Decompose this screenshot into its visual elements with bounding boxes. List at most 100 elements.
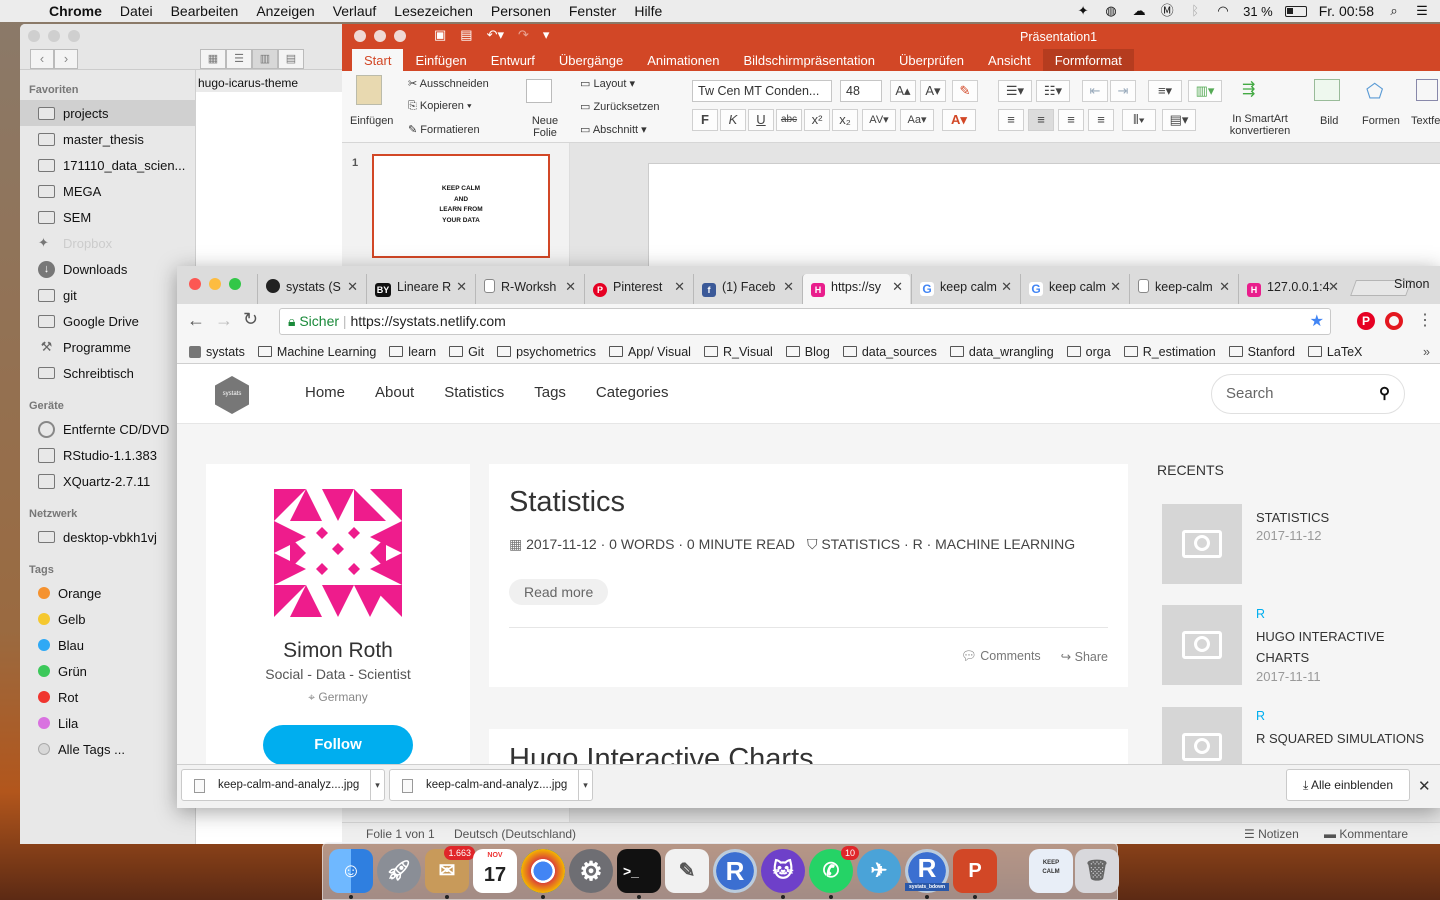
search-icon[interactable]: ⚲ — [1379, 375, 1390, 413]
sidebar-item-data-science[interactable]: 171110_data_scien... — [20, 152, 195, 178]
bookmarks-overflow-icon[interactable]: » — [1423, 345, 1430, 359]
system-preferences-icon[interactable]: ⚙ — [569, 849, 613, 893]
menu-app-name[interactable]: Chrome — [40, 3, 111, 19]
superscript-button[interactable]: x² — [804, 109, 830, 131]
tab-ueberpruefen[interactable]: Überprüfen — [887, 49, 976, 71]
reset-button[interactable]: ▭ Zurücksetzen — [580, 100, 659, 113]
sidebar-item-programme[interactable]: ⚒ Programme — [20, 334, 195, 360]
chrome-icon[interactable] — [521, 849, 565, 899]
ppt-close-button[interactable] — [354, 30, 366, 42]
change-case-button[interactable]: Aa▾ — [900, 109, 934, 131]
bookmark-folder[interactable]: Stanford — [1228, 345, 1295, 359]
underline-button[interactable]: U — [748, 109, 774, 131]
forward-icon[interactable]: → — [215, 310, 233, 331]
justify-button[interactable]: ≡ — [1088, 109, 1114, 131]
spotlight-search-icon[interactable]: ⌕ — [1386, 4, 1402, 18]
ppt-minimize-button[interactable] — [374, 30, 386, 42]
tab-close-icon[interactable]: ✕ — [456, 274, 467, 300]
menu-datei[interactable]: Datei — [111, 3, 162, 19]
menu-lesezeichen[interactable]: Lesezeichen — [385, 3, 482, 19]
bookmark-star-icon[interactable]: ★ — [1310, 309, 1324, 334]
chrome-menu-icon[interactable]: ⋮ — [1417, 310, 1433, 330]
bookmark-folder[interactable]: Blog — [785, 345, 830, 359]
tab-close-icon[interactable]: ✕ — [783, 274, 794, 300]
powerpoint-icon[interactable]: P — [953, 849, 997, 899]
launchpad-icon[interactable]: 🚀︎ — [377, 849, 421, 893]
battery-percent[interactable]: 31 % — [1243, 4, 1273, 19]
terminal-icon[interactable]: >_ — [617, 849, 661, 899]
menu-anzeigen[interactable]: Anzeigen — [247, 3, 323, 19]
align-center-button[interactable]: ≡ — [1028, 109, 1054, 131]
tag-rot[interactable]: Rot — [20, 684, 195, 710]
bookmark-folder[interactable]: data_sources — [842, 345, 937, 359]
paste-button[interactable]: Einfügen — [350, 115, 393, 127]
tag-gelb[interactable]: Gelb — [20, 606, 195, 632]
nav-tags[interactable]: Tags — [534, 384, 566, 401]
recent-post[interactable]: STATISTICS 2017-11-12 — [1162, 504, 1437, 584]
finder-column-item[interactable]: hugo-icarus-theme — [196, 70, 360, 92]
recent-title[interactable]: HUGO INTERACTIVE CHARTS — [1256, 626, 1426, 668]
sidebar-item-dropbox[interactable]: ✦ Dropbox — [20, 230, 195, 256]
github-desktop-icon[interactable]: 🐱︎ — [761, 849, 805, 899]
browser-tab[interactable]: BY Lineare R ✕ — [366, 274, 474, 304]
rstudio-systats-icon[interactable]: Rsystats_bdown — [905, 849, 949, 899]
follow-button[interactable]: Follow — [263, 725, 413, 764]
menu-fenster[interactable]: Fenster — [560, 3, 625, 19]
browser-tab[interactable]: f (1) Faceb ✕ — [693, 274, 801, 304]
back-icon[interactable]: ← — [187, 310, 205, 331]
tab-start[interactable]: Start — [352, 49, 404, 71]
whatsapp-icon[interactable]: ✆ 10 — [809, 846, 859, 899]
dropbox-icon[interactable]: ✦ — [1075, 4, 1091, 18]
tab-entwurf[interactable]: Entwurf — [479, 49, 547, 71]
align-right-button[interactable]: ≡ — [1058, 109, 1084, 131]
finder-minimize-button[interactable] — [48, 30, 60, 42]
text-direction-button[interactable]: ⫴▾ — [1122, 109, 1156, 131]
italic-button[interactable]: K — [720, 109, 746, 131]
nav-categories[interactable]: Categories — [596, 384, 669, 401]
save-icon[interactable]: ▤ — [460, 27, 472, 43]
share-link[interactable]: ↪ Share — [1061, 649, 1108, 664]
numbering-button[interactable]: ☷▾ — [1036, 80, 1070, 102]
bookmark-folder[interactable]: data_wrangling — [949, 345, 1054, 359]
sidebar-item-network-pc[interactable]: desktop-vbkh1vj — [20, 524, 195, 550]
sidebar-item-mega[interactable]: MEGA — [20, 178, 195, 204]
bookmark-folder[interactable]: R_Visual — [703, 345, 773, 359]
language-status[interactable]: Deutsch (Deutschland) — [454, 827, 576, 841]
ppt-zoom-button[interactable] — [394, 30, 406, 42]
site-search-input[interactable]: Search ⚲ — [1211, 374, 1405, 414]
line-spacing-button[interactable]: ≡▾ — [1148, 80, 1182, 102]
nav-home[interactable]: Home — [305, 384, 345, 401]
picture-icon[interactable] — [1314, 79, 1340, 101]
paste-icon[interactable] — [356, 75, 382, 105]
menu-bearbeiten[interactable]: Bearbeiten — [162, 3, 248, 19]
customize-qat-icon[interactable]: ▾ — [543, 27, 550, 43]
menu-verlauf[interactable]: Verlauf — [324, 3, 386, 19]
browser-tab[interactable]: R-Worksh ✕ — [475, 274, 583, 304]
tab-formformat[interactable]: Formformat — [1042, 49, 1134, 71]
menu-clock[interactable]: Fr. 00:58 — [1319, 3, 1374, 19]
browser-tab-active[interactable]: Hhttps://sy ✕ — [802, 274, 910, 304]
browser-tab[interactable]: Gkeep calm ✕ — [911, 274, 1019, 304]
menu-personen[interactable]: Personen — [482, 3, 560, 19]
wifi-icon[interactable]: ◠ — [1215, 4, 1231, 18]
tab-close-icon[interactable]: ✕ — [1001, 274, 1012, 300]
view-icons-button[interactable]: ▦ — [200, 49, 226, 69]
bullets-button[interactable]: ☰▾ — [998, 80, 1032, 102]
tab-close-icon[interactable]: ✕ — [347, 274, 358, 300]
sidebar-item-cd-dvd[interactable]: Entfernte CD/DVD — [20, 416, 195, 442]
browser-tab[interactable]: keep-calm ✕ — [1129, 274, 1237, 304]
notes-button[interactable]: ☰ Notizen — [1244, 827, 1299, 841]
tab-animationen[interactable]: Animationen — [635, 49, 731, 71]
mail-icon[interactable]: ✉ 1.663 — [425, 846, 475, 899]
finder-close-button[interactable] — [28, 30, 40, 42]
cut-button[interactable]: ✂ Ausschneiden — [408, 77, 489, 90]
post-tags[interactable]: STATISTICS · R · MACHINE LEARNING — [821, 536, 1075, 552]
comments-link[interactable]: 💬︎ Comments — [961, 649, 1041, 664]
sidebar-item-sem[interactable]: SEM — [20, 204, 195, 230]
opera-extension-icon[interactable] — [1385, 312, 1403, 330]
bookmark-folder[interactable]: Machine Learning — [257, 345, 376, 359]
download-menu-caret[interactable]: ▾ — [578, 770, 592, 800]
finder-zoom-button[interactable] — [68, 30, 80, 42]
chrome-profile-button[interactable]: Simon — [1394, 277, 1429, 291]
close-downloads-bar-icon[interactable]: ✕ — [1418, 777, 1431, 795]
